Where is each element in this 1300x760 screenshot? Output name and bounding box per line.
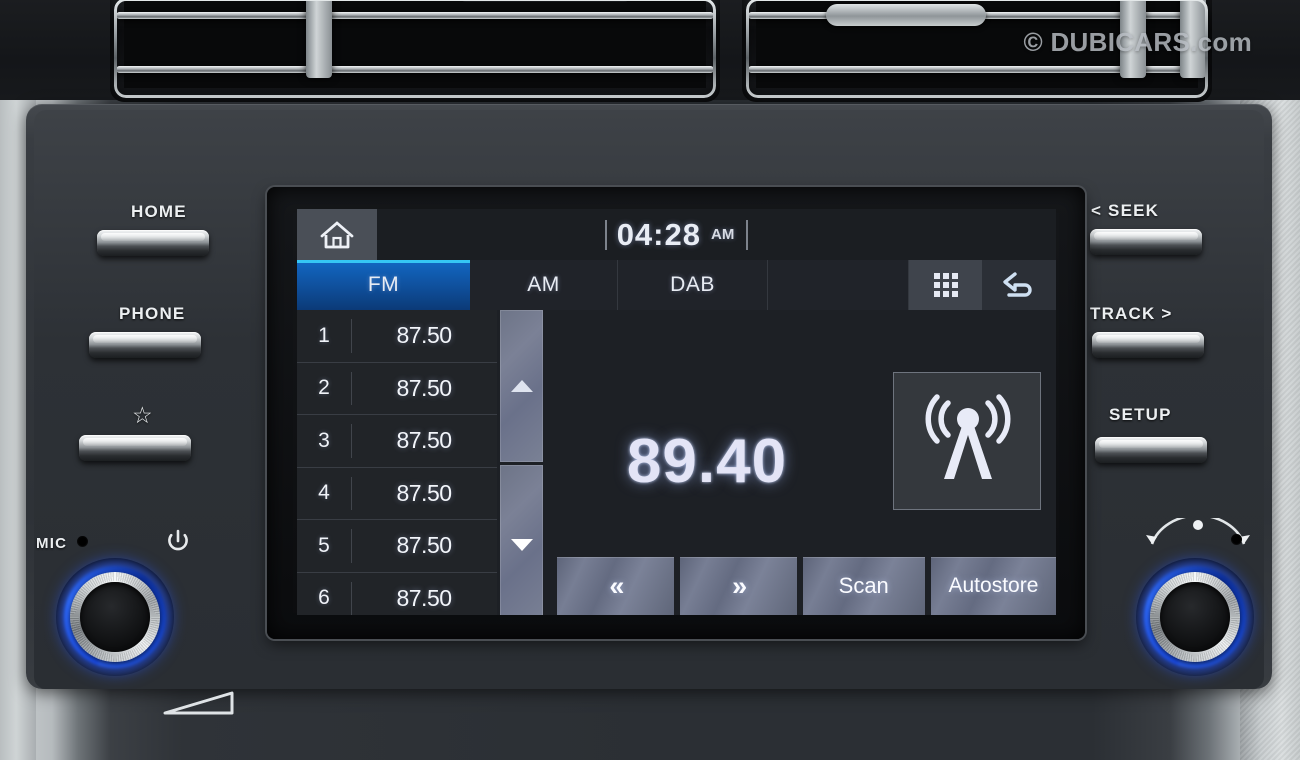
favorite-hard-button[interactable] (79, 435, 191, 461)
favorite-star-icon: ☆ (132, 402, 154, 428)
preset-scrollbar[interactable] (498, 310, 545, 615)
power-icon (168, 529, 188, 551)
scroll-up-arrow-icon (510, 380, 533, 392)
setup-hard-button[interactable] (1095, 437, 1207, 463)
clock: 04:28 AM (297, 209, 1056, 260)
preset-row[interactable]: 4 87.50 (297, 468, 497, 520)
preset-list: 1 87.50 2 87.50 3 87.50 4 87.50 5 87.50 … (297, 310, 497, 615)
tab-dab[interactable]: DAB (618, 260, 768, 310)
scan-button[interactable]: Scan (802, 557, 925, 615)
tune-select-knob[interactable] (1136, 558, 1254, 676)
preset-divider (351, 529, 352, 563)
scroll-down-arrow-icon (510, 539, 533, 551)
scroll-down-button[interactable] (500, 465, 543, 615)
autostore-button[interactable]: Autostore (930, 557, 1056, 615)
back-button[interactable] (982, 260, 1056, 310)
antenna-status-box[interactable] (893, 372, 1041, 510)
clock-meridiem: AM (710, 226, 735, 243)
preset-frequency: 87.50 (396, 532, 452, 559)
head-unit-housing: HOME PHONE ☆ < SEEK TRACK > SETUP MIC 04… (26, 104, 1272, 715)
tab-am[interactable]: AM (470, 260, 618, 310)
volume-level-icon (163, 691, 234, 715)
seek-hard-button[interactable] (1090, 229, 1202, 255)
preset-number: 5 (318, 533, 330, 557)
preset-number: 3 (318, 428, 330, 452)
app-grid-button[interactable] (909, 260, 982, 310)
preset-row[interactable]: 2 87.50 (297, 363, 497, 415)
preset-frequency: 87.50 (396, 479, 452, 506)
tab-fm[interactable]: FM (297, 260, 470, 310)
preset-row[interactable]: 1 87.50 (297, 310, 497, 363)
scroll-up-button[interactable] (500, 310, 543, 462)
preset-divider (351, 371, 352, 405)
setup-button-label: SETUP (1109, 405, 1172, 424)
infotainment-screen[interactable]: 04:28 AM FM AM DAB 1 87.50 2 87.50 3 87.… (297, 209, 1056, 615)
clock-separator-right (746, 219, 749, 250)
app-grid-icon (933, 273, 958, 297)
seek-down-label: « (609, 570, 624, 601)
home-button-label: HOME (131, 202, 187, 221)
preset-row[interactable]: 6 87.50 (297, 573, 497, 615)
tab-spacer (768, 260, 909, 310)
preset-divider (351, 319, 352, 353)
preset-divider (351, 476, 352, 510)
seek-button-label: < SEEK (1091, 201, 1160, 220)
track-hard-button[interactable] (1092, 332, 1204, 358)
preset-number: 1 (318, 323, 330, 347)
screen-top-bar: 04:28 AM (297, 209, 1056, 260)
preset-number: 4 (318, 481, 330, 505)
phone-hard-button[interactable] (89, 332, 201, 358)
seek-down-button[interactable]: « (557, 557, 674, 615)
track-button-label: TRACK > (1090, 304, 1173, 323)
preset-number: 2 (318, 376, 330, 400)
microphone-hole (77, 536, 88, 547)
preset-divider (351, 424, 352, 458)
current-frequency: 89.40 (626, 427, 788, 496)
radio-main-panel: 89.40 « » Scan Autostore (545, 310, 1056, 615)
mic-label: MIC (36, 535, 68, 552)
preset-frequency: 87.50 (396, 374, 452, 401)
preset-frequency: 87.50 (396, 584, 452, 611)
clock-time: 04:28 (616, 216, 701, 252)
back-arrow-icon (1003, 272, 1032, 297)
preset-row[interactable]: 3 87.50 (297, 415, 497, 468)
head-unit-faceplate: HOME PHONE ☆ < SEEK TRACK > SETUP MIC 04… (34, 110, 1264, 715)
radio-antenna-icon (925, 394, 1011, 479)
volume-power-knob[interactable] (56, 558, 174, 676)
air-vent-left[interactable] (110, 0, 720, 102)
radio-control-buttons: « » Scan Autostore (557, 557, 1056, 615)
preset-divider (351, 581, 352, 615)
preset-frequency: 87.50 (396, 322, 452, 349)
knob-face (80, 582, 150, 652)
band-tab-bar: FM AM DAB (297, 260, 1056, 310)
display-bezel: 04:28 AM FM AM DAB 1 87.50 2 87.50 3 87.… (267, 187, 1085, 639)
seek-up-button[interactable]: » (679, 557, 797, 615)
seek-up-label: » (732, 570, 747, 601)
sensor-hole (1231, 534, 1242, 545)
preset-row[interactable]: 5 87.50 (297, 520, 497, 573)
preset-number: 6 (318, 586, 330, 610)
home-hard-button[interactable] (97, 230, 209, 256)
knob-face (1160, 582, 1230, 652)
home-icon (320, 221, 354, 248)
phone-button-label: PHONE (119, 304, 186, 323)
watermark: © DUBICARS.com (1023, 27, 1252, 57)
preset-frequency: 87.50 (396, 427, 452, 454)
screen-home-button[interactable] (297, 209, 377, 260)
